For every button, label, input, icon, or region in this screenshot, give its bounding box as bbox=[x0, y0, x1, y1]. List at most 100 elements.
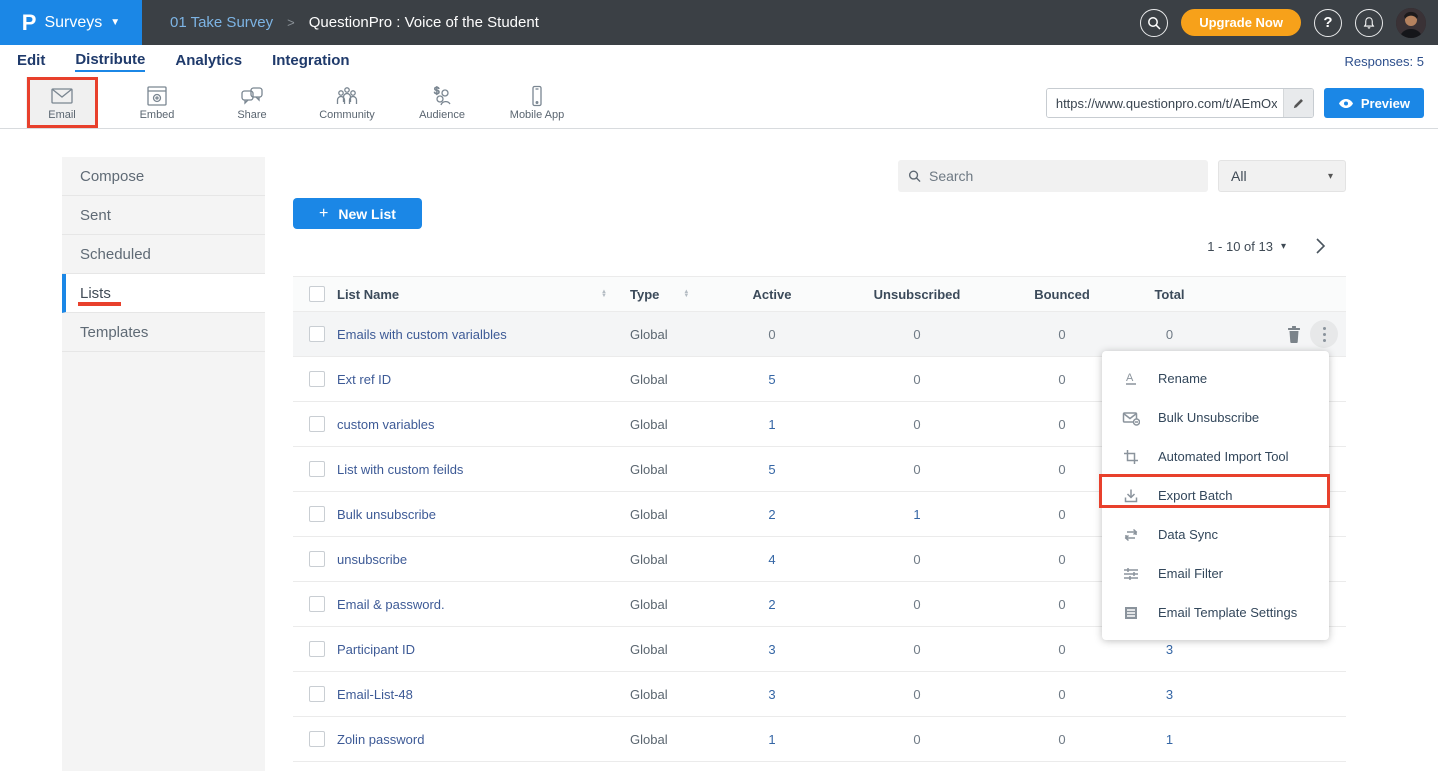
sidebar-item-sent[interactable]: Sent bbox=[62, 196, 265, 235]
menu-item-email-filter[interactable]: Email Filter bbox=[1102, 554, 1329, 593]
list-name-link[interactable]: List with custom feilds bbox=[337, 462, 617, 477]
email-filter-icon bbox=[1123, 566, 1139, 582]
toolbar-item-embed[interactable]: Embed bbox=[121, 77, 193, 128]
sidebar-item-templates[interactable]: Templates bbox=[62, 313, 265, 352]
column-header-active: Active bbox=[712, 287, 832, 302]
sidebar-item-scheduled[interactable]: Scheduled bbox=[62, 235, 265, 274]
menu-item-email-template-settings[interactable]: Email Template Settings bbox=[1102, 593, 1329, 632]
toolbar-item-community[interactable]: Community bbox=[311, 77, 383, 128]
rename-icon: A bbox=[1123, 371, 1139, 387]
list-name-link[interactable]: Email & password. bbox=[337, 597, 617, 612]
row-context-menu: A Rename Bulk Unsubscribe Automated Impo… bbox=[1102, 351, 1329, 640]
surveys-menu-label: Surveys bbox=[44, 14, 102, 32]
upgrade-now-button[interactable]: Upgrade Now bbox=[1181, 9, 1301, 36]
toolbar-item-share[interactable]: Share bbox=[216, 77, 288, 128]
breadcrumb-survey-link[interactable]: 01 Take Survey bbox=[170, 14, 273, 31]
sort-icon[interactable]: ▲▼ bbox=[683, 290, 689, 298]
embed-icon bbox=[144, 85, 170, 107]
select-all-checkbox[interactable] bbox=[309, 286, 325, 302]
notifications-bell-icon[interactable] bbox=[1355, 9, 1383, 37]
eye-icon bbox=[1338, 98, 1354, 109]
page-title: QuestionPro : Voice of the Student bbox=[309, 14, 539, 31]
list-name-link[interactable]: Emails with custom varialbles bbox=[337, 327, 617, 342]
page-range-dropdown[interactable]: 1 - 10 of 13 ▾ bbox=[1207, 239, 1286, 254]
search-filter-row: All ▾ bbox=[293, 160, 1346, 192]
svg-text:$: $ bbox=[434, 86, 440, 97]
sidebar-item-lists[interactable]: Lists bbox=[62, 274, 265, 313]
column-header-total: Total bbox=[1122, 287, 1217, 302]
list-name-link[interactable]: unsubscribe bbox=[337, 552, 617, 567]
sort-icon[interactable]: ▲▼ bbox=[601, 290, 607, 298]
responses-count: Responses: 5 bbox=[1345, 54, 1425, 69]
menu-item-rename[interactable]: A Rename bbox=[1102, 359, 1329, 398]
delete-trash-icon[interactable] bbox=[1286, 325, 1302, 343]
tab-edit[interactable]: Edit bbox=[17, 52, 45, 71]
row-checkbox[interactable] bbox=[309, 461, 325, 477]
row-checkbox[interactable] bbox=[309, 506, 325, 522]
table-row: Email-List-48 Global 3 0 0 3 bbox=[293, 672, 1346, 717]
row-checkbox[interactable] bbox=[309, 731, 325, 747]
survey-url-input[interactable] bbox=[1047, 89, 1313, 117]
surveys-menu[interactable]: P Surveys ▼ bbox=[0, 0, 142, 45]
bulk-unsubscribe-icon bbox=[1122, 410, 1140, 426]
edit-url-pencil-icon[interactable] bbox=[1283, 89, 1313, 117]
avatar[interactable] bbox=[1396, 8, 1426, 38]
row-checkbox[interactable] bbox=[309, 371, 325, 387]
tab-distribute[interactable]: Distribute bbox=[75, 51, 145, 72]
export-batch-icon bbox=[1123, 488, 1139, 504]
survey-url-box bbox=[1046, 88, 1314, 118]
toolbar-item-audience[interactable]: $ Audience bbox=[406, 77, 478, 128]
row-checkbox[interactable] bbox=[309, 686, 325, 702]
tab-bar: Edit Distribute Analytics Integration Re… bbox=[0, 45, 1438, 77]
tab-integration[interactable]: Integration bbox=[272, 52, 350, 71]
automated-import-icon bbox=[1123, 449, 1139, 465]
community-icon bbox=[334, 85, 360, 107]
table-header-row: List Name ▲▼ Type ▲▼ Active Unsubscribed… bbox=[293, 276, 1346, 312]
audience-icon: $ bbox=[429, 85, 455, 107]
next-page-chevron-icon[interactable] bbox=[1314, 237, 1326, 255]
column-header-unsubscribed: Unsubscribed bbox=[832, 287, 1002, 302]
chevron-down-icon: ▾ bbox=[1328, 171, 1333, 182]
row-checkbox[interactable] bbox=[309, 416, 325, 432]
mobile-app-icon bbox=[524, 85, 550, 107]
menu-item-data-sync[interactable]: Data Sync bbox=[1102, 515, 1329, 554]
list-name-link[interactable]: Zolin password bbox=[337, 732, 617, 747]
filter-value: All bbox=[1231, 168, 1247, 184]
row-checkbox[interactable] bbox=[309, 596, 325, 612]
chevron-down-icon: ▾ bbox=[1281, 241, 1286, 252]
list-name-link[interactable]: Email-List-48 bbox=[337, 687, 617, 702]
list-name-link[interactable]: custom variables bbox=[337, 417, 617, 432]
help-icon[interactable]: ? bbox=[1314, 9, 1342, 37]
search-icon[interactable] bbox=[1140, 9, 1168, 37]
row-kebab-menu-icon[interactable] bbox=[1310, 320, 1338, 348]
search-icon bbox=[908, 169, 921, 183]
row-checkbox[interactable] bbox=[309, 326, 325, 342]
column-header-bounced: Bounced bbox=[1002, 287, 1122, 302]
toolbar-item-mobile-app[interactable]: Mobile App bbox=[501, 77, 573, 128]
tab-analytics[interactable]: Analytics bbox=[175, 52, 242, 71]
top-bar: P Surveys ▼ 01 Take Survey > QuestionPro… bbox=[0, 0, 1438, 45]
search-input[interactable] bbox=[929, 168, 1198, 184]
chevron-down-icon: ▼ bbox=[110, 17, 120, 28]
breadcrumb: 01 Take Survey > QuestionPro : Voice of … bbox=[170, 14, 539, 31]
menu-item-bulk-unsubscribe[interactable]: Bulk Unsubscribe bbox=[1102, 398, 1329, 437]
filter-dropdown[interactable]: All ▾ bbox=[1218, 160, 1346, 192]
topbar-actions: Upgrade Now ? bbox=[1140, 8, 1426, 38]
sidebar-item-compose[interactable]: Compose bbox=[62, 157, 265, 196]
new-list-button[interactable]: + New List bbox=[293, 198, 422, 229]
menu-item-export-batch[interactable]: Export Batch bbox=[1102, 476, 1329, 515]
table-row: Zolin password Global 1 0 0 1 bbox=[293, 717, 1346, 762]
list-name-link[interactable]: Ext ref ID bbox=[337, 372, 617, 387]
list-name-link[interactable]: Participant ID bbox=[337, 642, 617, 657]
survey-url-cluster: Preview bbox=[1046, 88, 1424, 118]
preview-button[interactable]: Preview bbox=[1324, 88, 1424, 118]
column-header-list-name: List Name bbox=[337, 287, 399, 302]
questionpro-logo: P bbox=[22, 10, 37, 36]
plus-icon: + bbox=[319, 205, 328, 223]
row-checkbox[interactable] bbox=[309, 641, 325, 657]
toolbar-item-email[interactable]: Email bbox=[26, 77, 98, 128]
column-header-type: Type bbox=[630, 287, 659, 302]
list-name-link[interactable]: Bulk unsubscribe bbox=[337, 507, 617, 522]
row-checkbox[interactable] bbox=[309, 551, 325, 567]
menu-item-automated-import-tool[interactable]: Automated Import Tool bbox=[1102, 437, 1329, 476]
